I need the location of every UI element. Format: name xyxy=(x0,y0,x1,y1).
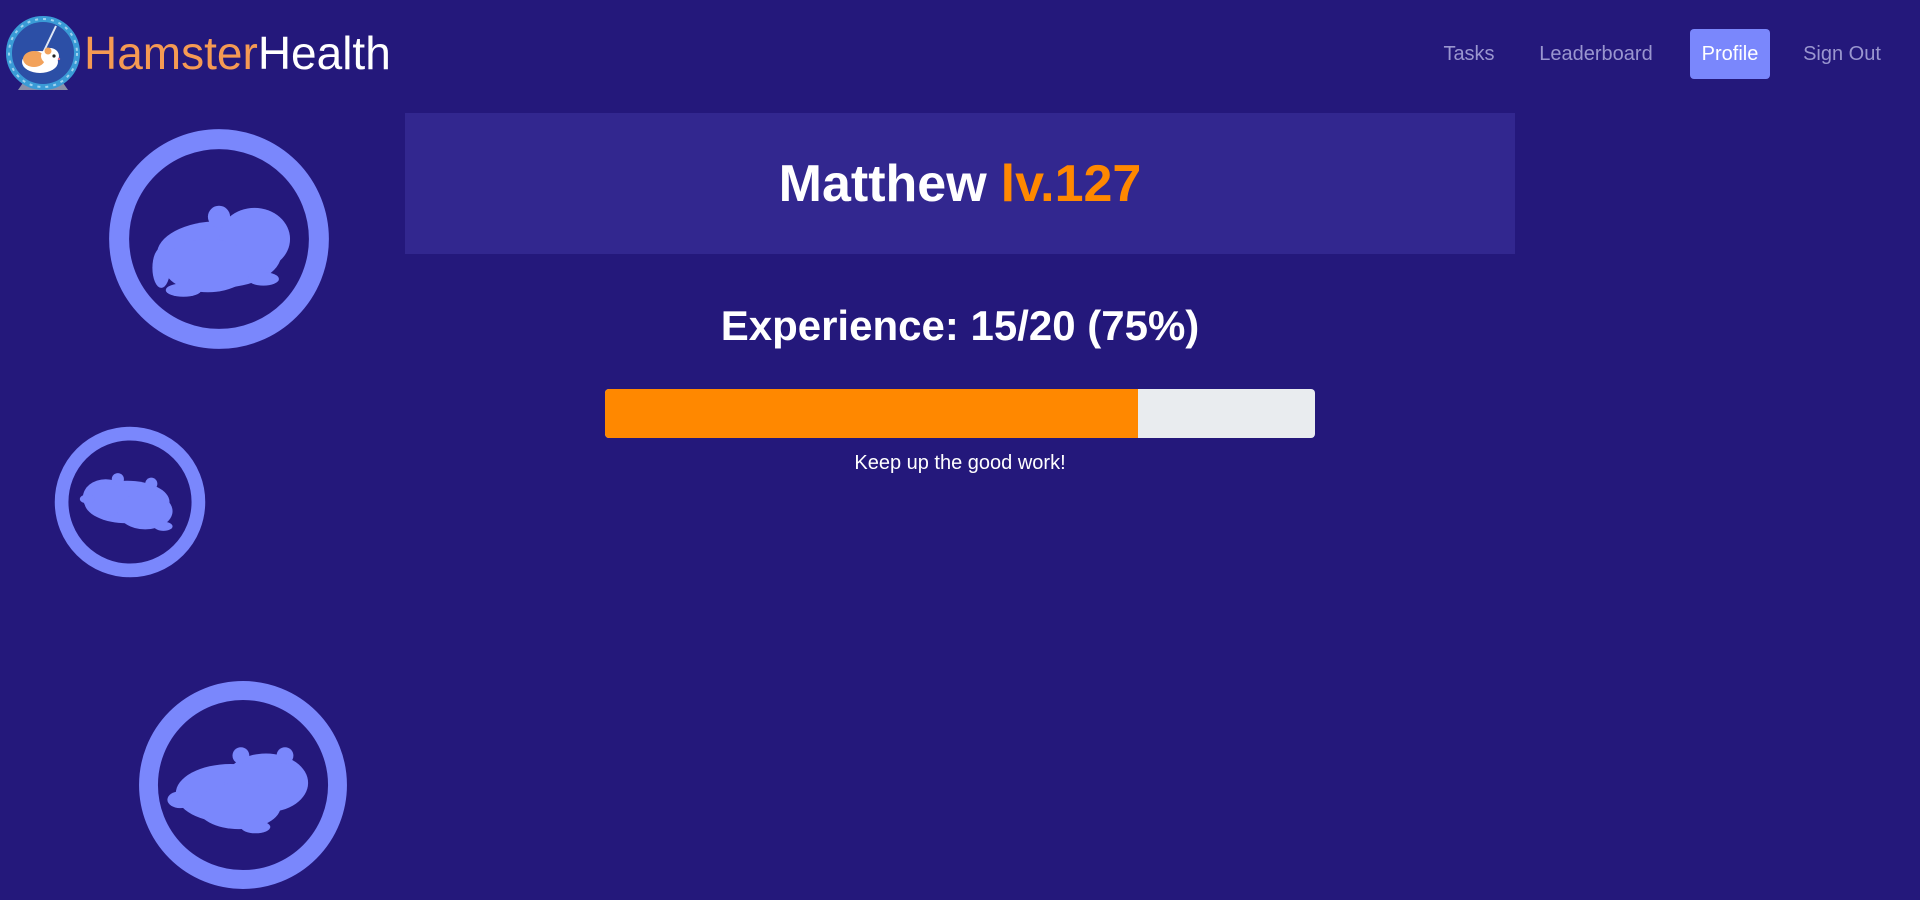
profile-banner: Matthew lv.127 xyxy=(405,113,1515,254)
hamster-wheel-icon xyxy=(139,681,347,889)
hamster-wheel-icon xyxy=(109,129,329,349)
profile-name: Matthew xyxy=(778,154,987,213)
nav-sign-out[interactable]: Sign Out xyxy=(1788,29,1896,79)
hamster-wheel-icon xyxy=(54,426,206,578)
brand-name-health: Health xyxy=(257,27,391,79)
brand-link[interactable]: HamsterHealth xyxy=(4,14,391,92)
hamster-wheel-icon xyxy=(6,16,80,90)
nav-leaderboard[interactable]: Leaderboard xyxy=(1526,29,1666,79)
experience-progress-fill xyxy=(605,389,1138,438)
nav-tasks[interactable]: Tasks xyxy=(1432,29,1506,79)
nav-profile[interactable]: Profile xyxy=(1690,29,1770,79)
profile-level: lv.127 xyxy=(1000,154,1142,213)
encouragement-message: Keep up the good work! xyxy=(854,452,1066,474)
experience-heading: Experience: 15/20 (75%) xyxy=(720,302,1200,349)
navbar: HamsterHealth Tasks Leaderboard Profile … xyxy=(0,0,1920,108)
experience-progress-bar xyxy=(605,389,1315,438)
brand-name: HamsterHealth xyxy=(84,30,391,76)
brand-name-hamster: Hamster xyxy=(84,27,258,79)
profile-heading: Matthew lv.127 xyxy=(405,113,1515,254)
